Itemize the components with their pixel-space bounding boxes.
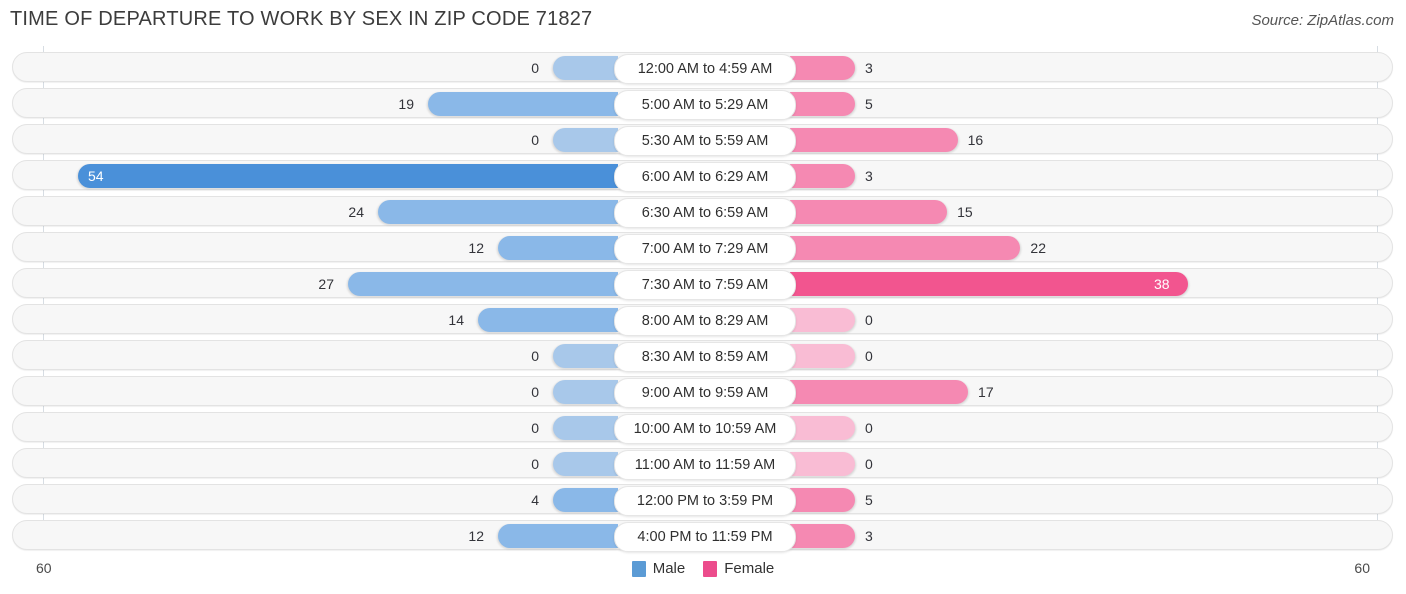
value-label-female: 0 <box>865 420 873 436</box>
bar-female <box>790 56 855 80</box>
chart-row: 0 16 5:30 AM to 5:59 AM <box>12 124 1393 156</box>
chart-footer: 60 60 Male Female <box>0 552 1406 594</box>
bar-male <box>428 92 618 116</box>
category-label: 6:30 AM to 6:59 AM <box>614 198 796 228</box>
value-label-female: 15 <box>957 204 973 220</box>
value-label-male: 0 <box>531 384 539 400</box>
category-label: 11:00 AM to 11:59 AM <box>614 450 796 480</box>
value-label-male: 24 <box>348 204 364 220</box>
chart-row: 12 22 7:00 AM to 7:29 AM <box>12 232 1393 264</box>
chart-row: 12 3 4:00 PM to 11:59 PM <box>12 520 1393 552</box>
value-label-male: 12 <box>468 240 484 256</box>
chart-row: 0 0 8:30 AM to 8:59 AM <box>12 340 1393 372</box>
bar-male <box>498 236 618 260</box>
chart-row: 54 3 6:00 AM to 6:29 AM <box>12 160 1393 192</box>
bar-male <box>498 524 618 548</box>
legend-swatch-male <box>631 560 646 577</box>
category-label: 4:00 PM to 11:59 PM <box>614 522 796 552</box>
chart-plot-area: 0 3 12:00 AM to 4:59 AM 19 5 5:00 AM to 5:29 … <box>0 46 1406 552</box>
category-label: 8:00 AM to 8:29 AM <box>614 306 796 336</box>
bar-male <box>553 344 618 368</box>
bar-male <box>478 308 618 332</box>
bar-female <box>790 164 855 188</box>
bar-male <box>348 272 618 296</box>
chart-header: TIME OF DEPARTURE TO WORK BY SEX IN ZIP … <box>0 0 1406 44</box>
bar-female <box>790 236 1021 260</box>
bar-male <box>553 380 618 404</box>
value-label-female: 0 <box>865 456 873 472</box>
bar-female <box>790 308 855 332</box>
chart-row: 14 0 8:00 AM to 8:29 AM <box>12 304 1393 336</box>
bar-male <box>553 56 618 80</box>
legend-item[interactable]: Male <box>631 560 686 577</box>
chart-row: 0 17 9:00 AM to 9:59 AM <box>12 376 1393 408</box>
legend-label: Male <box>652 560 686 577</box>
value-label-male: 14 <box>448 312 464 328</box>
bar-female <box>790 344 855 368</box>
chart-row: 0 0 11:00 AM to 11:59 AM <box>12 448 1393 480</box>
source-attribution: Source: ZipAtlas.com <box>1251 12 1394 29</box>
value-label-female: 3 <box>865 528 873 544</box>
value-label-female: 0 <box>865 312 873 328</box>
legend-swatch-female <box>703 560 718 577</box>
value-label-female: 5 <box>865 492 873 508</box>
value-label-female: 3 <box>865 168 873 184</box>
bar-male <box>553 488 618 512</box>
value-label-male: 12 <box>468 528 484 544</box>
bar-male <box>553 416 618 440</box>
bar-female <box>790 272 1188 296</box>
value-label-female: 3 <box>865 60 873 76</box>
category-label: 8:30 AM to 8:59 AM <box>614 342 796 372</box>
category-label: 12:00 PM to 3:59 PM <box>614 486 796 516</box>
bar-female <box>790 524 855 548</box>
chart-row: 19 5 5:00 AM to 5:29 AM <box>12 88 1393 120</box>
value-label-male: 0 <box>531 348 539 364</box>
legend-item[interactable]: Female <box>703 560 774 577</box>
legend-label: Female <box>724 560 775 577</box>
category-label: 12:00 AM to 4:59 AM <box>614 54 796 84</box>
bar-female <box>790 416 855 440</box>
category-label: 5:30 AM to 5:59 AM <box>614 126 796 156</box>
value-label-male: 4 <box>531 492 539 508</box>
value-label-female: 22 <box>1030 240 1046 256</box>
chart-row: 27 38 7:30 AM to 7:59 AM <box>12 268 1393 300</box>
chart-row: 0 0 10:00 AM to 10:59 AM <box>12 412 1393 444</box>
bar-male <box>553 128 618 152</box>
value-label-female-inside: 38 <box>1154 276 1170 292</box>
page-title: TIME OF DEPARTURE TO WORK BY SEX IN ZIP … <box>10 8 593 30</box>
bar-male <box>378 200 618 224</box>
value-label-male-inside: 54 <box>88 168 104 184</box>
value-label-female: 16 <box>967 132 984 148</box>
category-label: 7:00 AM to 7:29 AM <box>614 234 796 264</box>
value-label-male: 19 <box>398 96 414 112</box>
category-label: 5:00 AM to 5:29 AM <box>614 90 796 120</box>
chart-row: 24 15 6:30 AM to 6:59 AM <box>12 196 1393 228</box>
value-label-female: 0 <box>865 348 873 364</box>
value-label-male: 0 <box>531 132 539 148</box>
bar-female <box>790 380 969 404</box>
category-label: 6:00 AM to 6:29 AM <box>614 162 796 192</box>
bar-female <box>790 488 855 512</box>
value-label-male: 0 <box>531 60 539 76</box>
bar-male <box>78 164 618 188</box>
bar-female <box>790 200 948 224</box>
value-label-female: 17 <box>978 384 994 400</box>
bar-female <box>790 92 855 116</box>
value-label-male: 0 <box>531 456 539 472</box>
category-label: 10:00 AM to 10:59 AM <box>614 414 796 444</box>
chart-legend: Male Female <box>0 560 1406 577</box>
category-label: 7:30 AM to 7:59 AM <box>614 270 796 300</box>
category-label: 9:00 AM to 9:59 AM <box>614 378 796 408</box>
bar-female <box>790 452 855 476</box>
bar-male <box>553 452 618 476</box>
chart-row: 4 5 12:00 PM to 3:59 PM <box>12 484 1393 516</box>
value-label-female: 5 <box>865 96 873 112</box>
chart-row: 0 3 12:00 AM to 4:59 AM <box>12 52 1393 84</box>
value-label-male: 27 <box>318 276 334 292</box>
value-label-male: 0 <box>531 420 539 436</box>
bar-female <box>790 128 958 152</box>
